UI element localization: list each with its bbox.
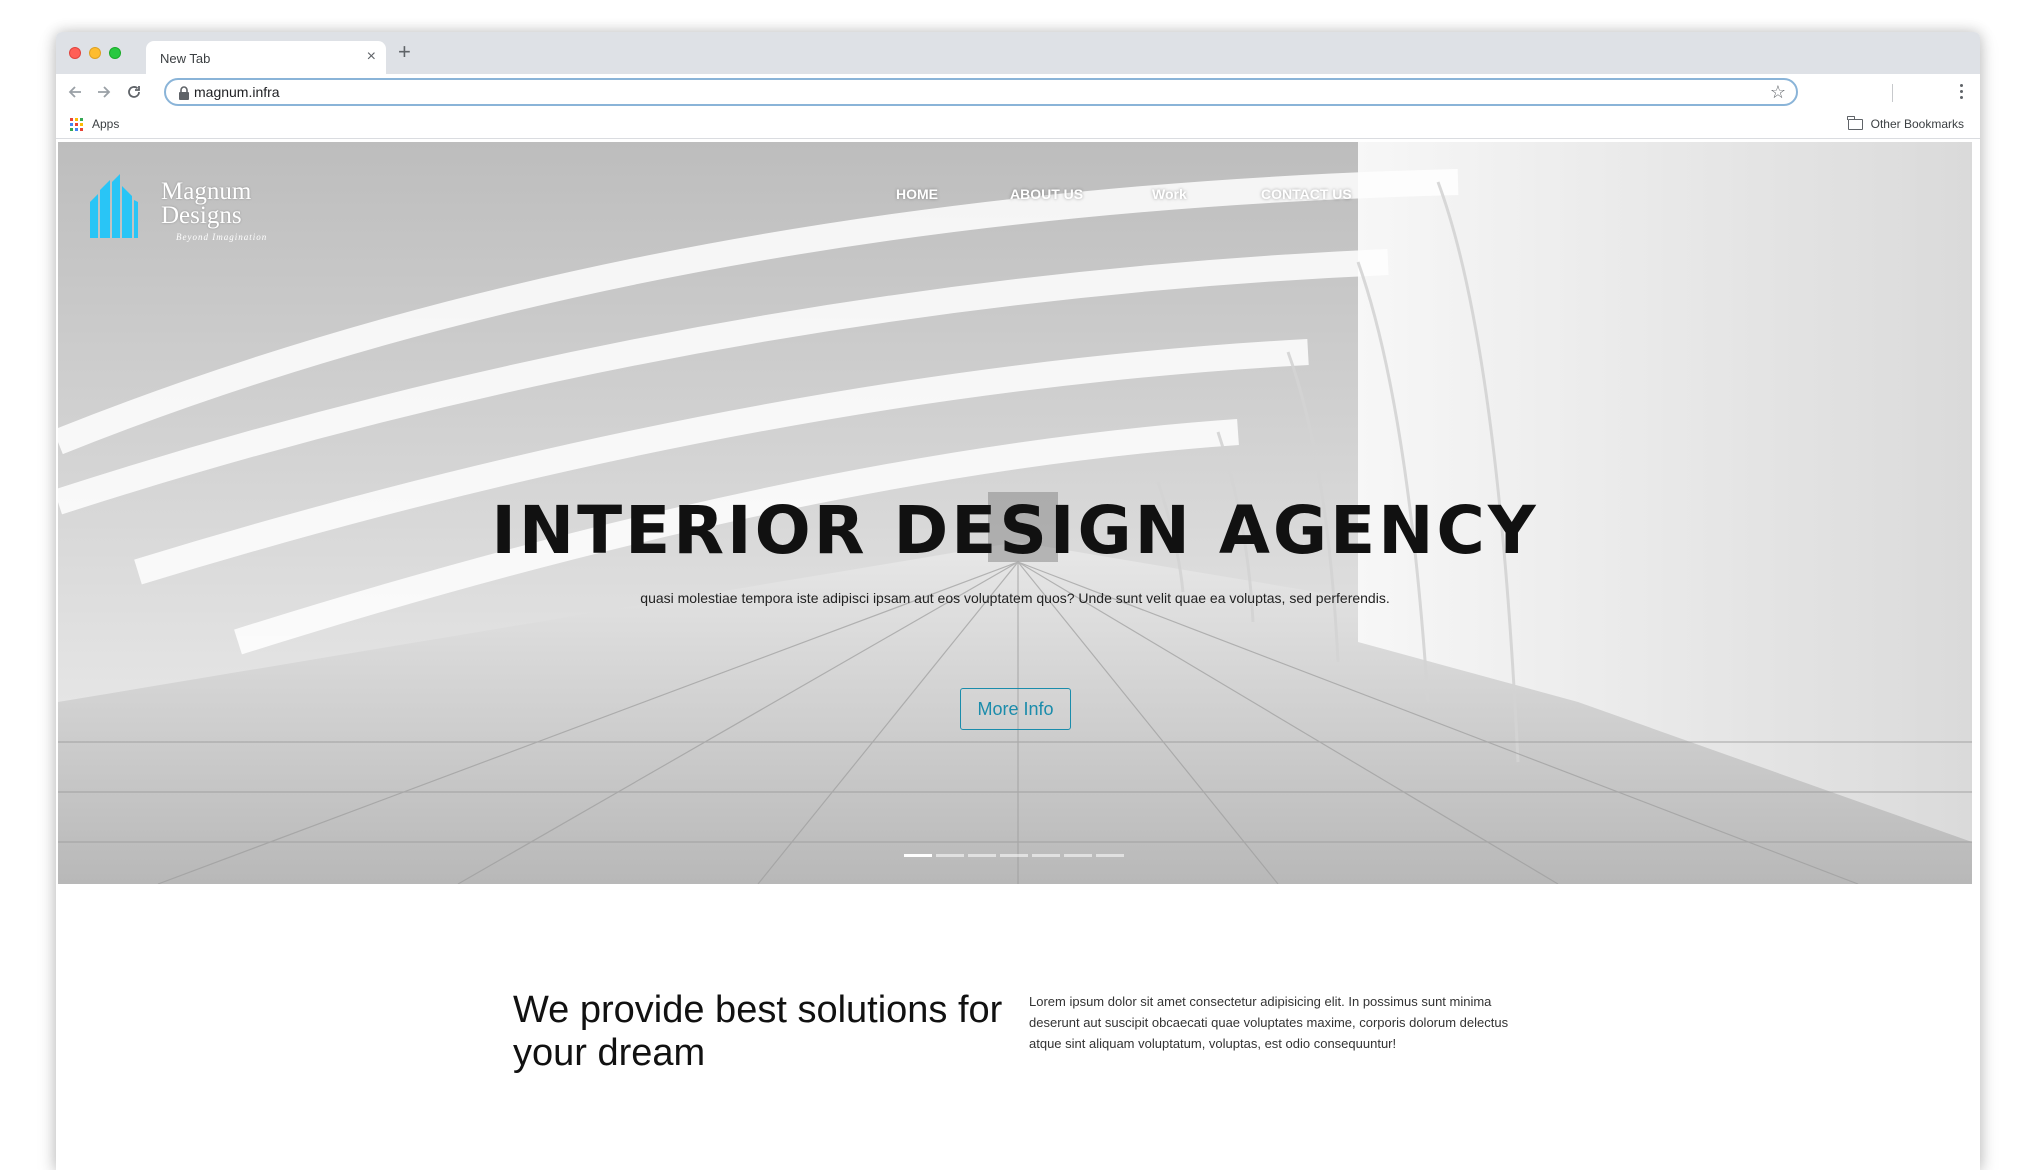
carousel-indicator-7[interactable]: [1096, 854, 1124, 857]
apps-grid-icon: [70, 117, 83, 131]
nav-work[interactable]: Work: [1152, 186, 1187, 202]
intro-heading: We provide best solutions for your dream: [513, 989, 1003, 1074]
other-bookmarks-label: Other Bookmarks: [1870, 117, 1964, 131]
tab-strip: New Tab × +: [56, 32, 1980, 74]
hero-subtitle: quasi molestiae tempora iste adipisci ip…: [640, 590, 1390, 606]
intro-text: Lorem ipsum dolor sit amet consectetur a…: [1029, 994, 1509, 1051]
lock-icon: [179, 86, 189, 100]
back-arrow-icon: [68, 86, 81, 98]
reload-icon: [128, 86, 140, 98]
browser-toolbar: magnum.infra ☆: [56, 74, 1980, 110]
more-info-button[interactable]: More Info: [960, 688, 1071, 730]
forward-arrow-icon: [98, 86, 111, 98]
folder-icon: [1847, 115, 1863, 130]
logo-tagline: Beyond Imagination: [176, 232, 268, 242]
other-bookmarks[interactable]: Other Bookmarks: [1847, 115, 1964, 131]
new-tab-button[interactable]: +: [398, 41, 411, 63]
hero-section: Magnum Designs Beyond Imagination HOME A…: [58, 142, 1972, 884]
apps-label: Apps: [92, 117, 120, 131]
nav-contact-us[interactable]: CONTACT US: [1261, 186, 1352, 202]
carousel-indicator-5[interactable]: [1032, 854, 1060, 857]
bookmarks-bar: Apps Other Bookmarks: [56, 110, 1980, 139]
toolbar-divider: [1892, 84, 1893, 102]
logo-mark-icon: [90, 174, 138, 238]
site-logo[interactable]: Magnum Designs Beyond Imagination: [88, 158, 288, 248]
hero-title: INTERIOR DESIGN AGENCY: [491, 492, 1539, 569]
tab-title: New Tab: [160, 51, 211, 66]
web-page: Magnum Designs Beyond Imagination HOME A…: [56, 139, 1980, 1170]
forward-button[interactable]: [93, 81, 115, 103]
carousel-indicator-4[interactable]: [1000, 854, 1028, 857]
reload-button[interactable]: [123, 81, 145, 103]
close-window-button[interactable]: [69, 47, 81, 59]
address-bar[interactable]: magnum.infra ☆: [164, 78, 1798, 106]
browser-menu-icon[interactable]: [1958, 81, 1964, 103]
logo-text-line2: Designs: [161, 202, 242, 229]
nav-about-us[interactable]: ABOUT US: [1010, 186, 1083, 202]
carousel-indicator-6[interactable]: [1064, 854, 1092, 857]
carousel-indicators: [904, 854, 1124, 857]
carousel-indicator-1[interactable]: [904, 854, 932, 857]
bookmark-star-icon[interactable]: ☆: [1770, 81, 1786, 103]
minimize-window-button[interactable]: [89, 47, 101, 59]
back-button[interactable]: [64, 81, 86, 103]
close-tab-icon[interactable]: ×: [367, 48, 376, 66]
apps-shortcut[interactable]: Apps: [70, 117, 119, 131]
carousel-indicator-3[interactable]: [968, 854, 996, 857]
browser-tab[interactable]: New Tab ×: [146, 41, 386, 74]
maximize-window-button[interactable]: [109, 47, 121, 59]
carousel-indicator-2[interactable]: [936, 854, 964, 857]
url-text[interactable]: magnum.infra: [194, 84, 280, 100]
browser-window: New Tab × + magnum.infra ☆ Apps Other Bo…: [56, 32, 1980, 1170]
nav-home[interactable]: HOME: [896, 186, 938, 202]
